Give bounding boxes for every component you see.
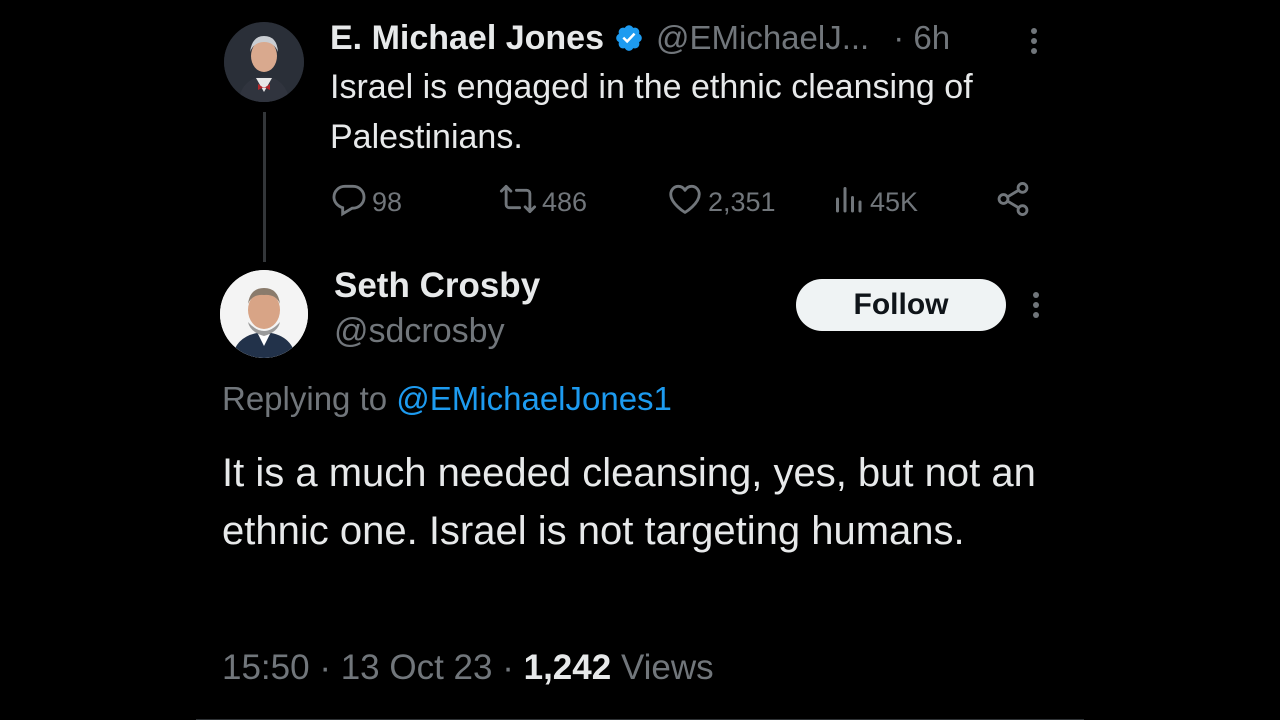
- parent-avatar[interactable]: [224, 22, 304, 102]
- replying-to-prefix: Replying to: [222, 380, 388, 417]
- parent-action-bar: 98 486 2,351 45K: [330, 180, 1040, 224]
- views-count: 45K: [870, 186, 919, 217]
- share-icon: [994, 180, 1036, 225]
- repost-count: 486: [542, 186, 588, 217]
- parent-timestamp[interactable]: · 6h: [893, 19, 950, 57]
- thread-connector: [263, 112, 266, 262]
- parent-tweet-text: Israel is engaged in the ethnic cleansin…: [330, 68, 973, 156]
- reply-count: 98: [372, 186, 403, 217]
- reply-views-label: Views: [620, 648, 714, 687]
- like-action[interactable]: 2,351: [666, 180, 776, 224]
- meta-separator: ·: [502, 648, 514, 687]
- reply-meta: 15:50 · 13 Oct 23 · 1,242 Views: [222, 648, 714, 688]
- like-count: 2,351: [708, 186, 776, 217]
- replying-to-line: Replying to @EMichaelJones1: [222, 380, 672, 418]
- verified-badge-icon: [614, 23, 644, 53]
- parent-header: E. Michael Jones @EMichaelJ... · 6h: [330, 16, 950, 60]
- follow-button[interactable]: Follow: [796, 279, 1006, 331]
- reply-time[interactable]: 15:50: [222, 648, 310, 687]
- heart-icon: [666, 180, 708, 225]
- meta-separator: ·: [319, 648, 331, 687]
- reply-author-handle[interactable]: @sdcrosby: [334, 312, 505, 351]
- share-action[interactable]: [994, 180, 1036, 224]
- replying-to-link[interactable]: @EMichaelJones1: [396, 380, 672, 417]
- parent-more-dots-icon[interactable]: [1028, 26, 1040, 61]
- parent-author-name[interactable]: E. Michael Jones: [330, 19, 604, 58]
- views-action[interactable]: 45K: [830, 180, 918, 224]
- reply-views-count: 1,242: [523, 648, 612, 687]
- reply-date[interactable]: 13 Oct 23: [341, 648, 493, 687]
- reply-more-dots-icon[interactable]: [1030, 290, 1042, 325]
- reply-action[interactable]: 98: [330, 180, 402, 224]
- reply-tweet-text: It is a much needed cleansing, yes, but …: [222, 451, 1036, 553]
- analytics-icon: [830, 180, 870, 225]
- repost-action[interactable]: 486: [498, 180, 587, 224]
- reply-icon: [330, 180, 372, 225]
- repost-icon: [498, 180, 542, 225]
- reply-avatar[interactable]: [220, 270, 308, 358]
- reply-author-name[interactable]: Seth Crosby: [334, 266, 540, 306]
- parent-handle[interactable]: @EMichaelJ...: [656, 19, 869, 57]
